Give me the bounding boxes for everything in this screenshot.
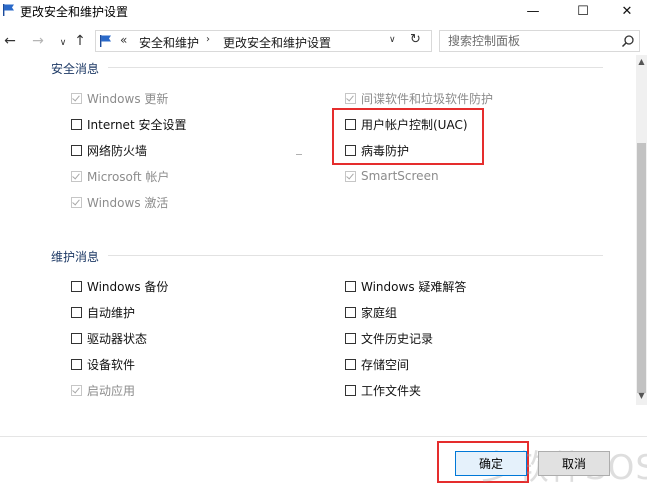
checkbox-item-smartscreen[interactable]: SmartScreen — [345, 167, 439, 185]
up-button[interactable]: ↑ — [71, 31, 89, 51]
checkbox[interactable] — [345, 384, 356, 396]
search-icon[interactable] — [621, 34, 635, 48]
checkbox-label: Windows 更新 — [87, 91, 169, 106]
highlight-box-uac-virus — [332, 108, 484, 165]
checkbox-item-drive-status[interactable]: 驱动器状态 — [71, 329, 147, 347]
back-button[interactable]: ← — [1, 31, 19, 51]
group-divider — [108, 67, 603, 68]
search-box[interactable] — [439, 30, 640, 52]
flag-icon — [100, 35, 111, 47]
checkbox-item-startup-apps[interactable]: 启动应用 — [71, 381, 135, 399]
checkbox-label: 存储空间 — [361, 357, 410, 372]
scrollbar-thumb[interactable] — [637, 143, 646, 393]
checkbox-label: Internet 安全设置 — [87, 117, 187, 132]
checkbox-label: 启动应用 — [87, 383, 136, 398]
close-button[interactable]: ✕ — [604, 0, 647, 22]
checkbox[interactable] — [71, 118, 82, 130]
vertical-scrollbar[interactable]: ▲ ▼ — [636, 55, 647, 405]
checkbox-item-automatic-maintenance[interactable]: 自动维护 — [71, 303, 135, 321]
checkbox[interactable] — [71, 384, 82, 396]
checkbox[interactable] — [345, 280, 356, 292]
recent-locations-button[interactable]: ∨ — [54, 33, 72, 53]
address-bar[interactable]: « 安全和维护 › 更改安全和维护设置 ∨ ↻ — [95, 30, 432, 52]
checkbox[interactable] — [345, 332, 356, 344]
checkbox-label: Microsoft 帐户 — [87, 169, 170, 184]
checkbox-label: 家庭组 — [361, 305, 398, 320]
window-title: 更改安全和维护设置 — [20, 5, 129, 19]
checkbox-label: 自动维护 — [87, 305, 136, 320]
checkbox[interactable] — [345, 92, 356, 104]
scroll-up-icon[interactable]: ▲ — [636, 57, 647, 67]
address-row: ← → ∨ ↑ « 安全和维护 › 更改安全和维护设置 ∨ ↻ — [0, 27, 647, 55]
checkbox-label: 设备软件 — [87, 357, 136, 372]
checkbox-item-windows-backup[interactable]: Windows 备份 — [71, 277, 168, 295]
checkbox-item-homegroup[interactable]: 家庭组 — [345, 303, 397, 321]
checkbox-item-windows-update[interactable]: Windows 更新 — [71, 89, 168, 107]
minimize-button[interactable]: — — [510, 0, 556, 22]
checkbox-item-windows-activation[interactable]: Windows 激活 — [71, 193, 168, 211]
flag-icon — [3, 4, 15, 16]
breadcrumb-separator-icon[interactable]: › — [206, 34, 210, 45]
checkbox[interactable] — [345, 306, 356, 318]
checkbox-label: Windows 疑难解答 — [361, 279, 467, 294]
checkbox[interactable] — [345, 358, 356, 370]
checkbox-item-work-folders[interactable]: 工作文件夹 — [345, 381, 421, 399]
ok-button[interactable]: 确定 — [455, 451, 527, 476]
maintenance-messages-heading: 维护消息 — [51, 250, 100, 264]
divider-mark — [296, 154, 302, 155]
checkbox[interactable] — [71, 170, 82, 182]
maximize-button[interactable]: ☐ — [560, 0, 606, 22]
forward-button[interactable]: → — [29, 31, 47, 51]
checkbox-label: 驱动器状态 — [87, 331, 148, 346]
checkbox-label: 间谍软件和垃圾软件防护 — [361, 91, 494, 106]
address-dropdown-icon[interactable]: ∨ — [389, 35, 396, 45]
checkbox-item-device-software[interactable]: 设备软件 — [71, 355, 135, 373]
scroll-down-icon[interactable]: ▼ — [636, 391, 647, 401]
checkbox[interactable] — [71, 358, 82, 370]
refresh-icon[interactable]: ↻ — [410, 32, 421, 47]
checkbox-item-windows-troubleshooting[interactable]: Windows 疑难解答 — [345, 277, 466, 295]
checkbox[interactable] — [71, 196, 82, 208]
checkbox-item-network-firewall[interactable]: 网络防火墙 — [71, 141, 147, 159]
checkbox-label: 网络防火墙 — [87, 143, 148, 158]
checkbox[interactable] — [71, 280, 82, 292]
checkbox-label: Windows 备份 — [87, 279, 169, 294]
breadcrumb-security-maintenance[interactable]: 安全和维护 — [139, 34, 199, 51]
group-divider — [108, 255, 603, 256]
checkbox-item-spyware-protection[interactable]: 间谍软件和垃圾软件防护 — [345, 89, 493, 107]
title-bar: 更改安全和维护设置 — ☐ ✕ — [0, 0, 647, 22]
checkbox[interactable] — [71, 144, 82, 156]
checkbox-item-storage-spaces[interactable]: 存储空间 — [345, 355, 409, 373]
checkbox-label: 文件历史记录 — [361, 331, 434, 346]
checkbox-label: SmartScreen — [361, 169, 439, 183]
breadcrumb-overflow-icon[interactable]: « — [120, 33, 127, 47]
settings-panel: 安全消息 Windows 更新 间谍软件和垃圾软件防护 Internet 安全设… — [0, 55, 636, 435]
security-messages-heading: 安全消息 — [51, 62, 100, 76]
search-input[interactable] — [448, 33, 613, 49]
breadcrumb-change-settings[interactable]: 更改安全和维护设置 — [223, 34, 331, 51]
checkbox-item-microsoft-account[interactable]: Microsoft 帐户 — [71, 167, 169, 185]
checkbox-item-file-history[interactable]: 文件历史记录 — [345, 329, 433, 347]
checkbox[interactable] — [345, 170, 356, 182]
checkbox[interactable] — [71, 306, 82, 318]
checkbox-label: Windows 激活 — [87, 195, 169, 210]
checkbox[interactable] — [71, 92, 82, 104]
checkbox[interactable] — [71, 332, 82, 344]
checkbox-item-internet-security[interactable]: Internet 安全设置 — [71, 115, 186, 133]
checkbox-label: 工作文件夹 — [361, 383, 422, 398]
cancel-button[interactable]: 取消 — [538, 451, 610, 476]
footer-divider — [0, 436, 647, 437]
